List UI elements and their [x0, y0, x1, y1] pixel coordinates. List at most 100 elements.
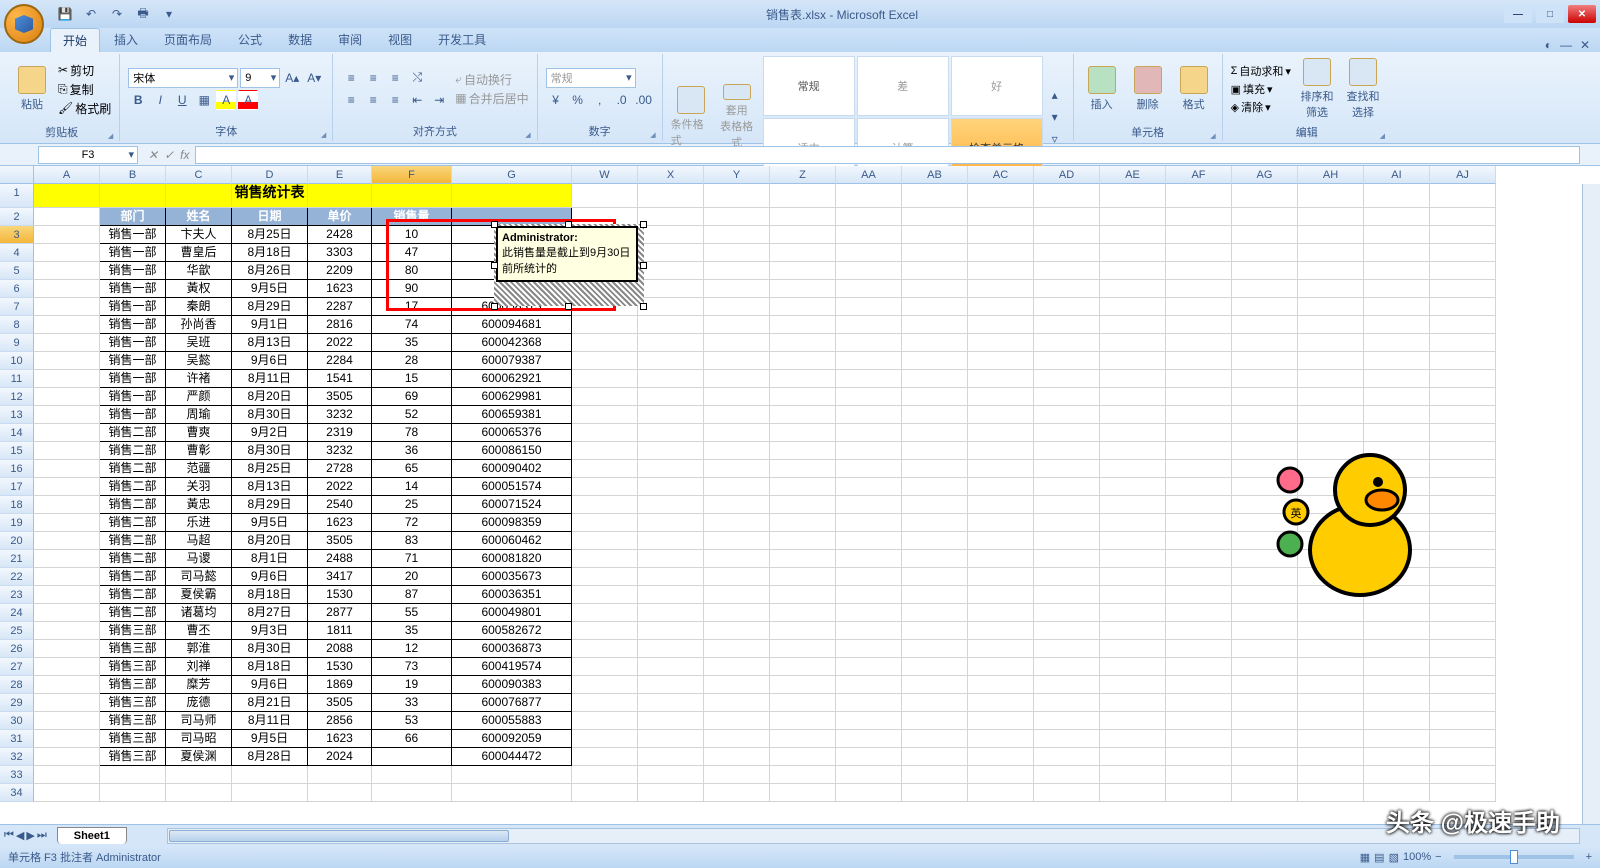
- cut-button[interactable]: ✂剪切: [58, 62, 111, 79]
- cell-Y23[interactable]: [704, 586, 770, 604]
- cell-AJ30[interactable]: [1430, 712, 1496, 730]
- italic-button[interactable]: I: [150, 90, 170, 110]
- handle-tm[interactable]: [565, 221, 572, 228]
- cell-AH1[interactable]: [1298, 184, 1364, 208]
- col-header-F[interactable]: F: [372, 166, 452, 184]
- cell-AG3[interactable]: [1232, 226, 1298, 244]
- cell-AE34[interactable]: [1100, 784, 1166, 802]
- cell-AA29[interactable]: [836, 694, 902, 712]
- cell-AA31[interactable]: [836, 730, 902, 748]
- cell-E21[interactable]: 2488: [308, 550, 372, 568]
- cell-B3[interactable]: 销售一部: [100, 226, 166, 244]
- cell-Y5[interactable]: [704, 262, 770, 280]
- zoom-out-icon[interactable]: −: [1435, 851, 1441, 863]
- cell-G24[interactable]: 600049801: [452, 604, 572, 622]
- cell-AC25[interactable]: [968, 622, 1034, 640]
- cell-E18[interactable]: 2540: [308, 496, 372, 514]
- cell-AD15[interactable]: [1034, 442, 1100, 460]
- cell-X33[interactable]: [638, 766, 704, 784]
- cell-AE16[interactable]: [1100, 460, 1166, 478]
- cell-F23[interactable]: 87: [372, 586, 452, 604]
- cell-AH6[interactable]: [1298, 280, 1364, 298]
- cell-F13[interactable]: 52: [372, 406, 452, 424]
- cell-AB25[interactable]: [902, 622, 968, 640]
- cell-X19[interactable]: [638, 514, 704, 532]
- cell-G13[interactable]: 600659381: [452, 406, 572, 424]
- cell-AH12[interactable]: [1298, 388, 1364, 406]
- cell-AA26[interactable]: [836, 640, 902, 658]
- cell-AE31[interactable]: [1100, 730, 1166, 748]
- cell-C6[interactable]: 黃权: [166, 280, 232, 298]
- cell-AH21[interactable]: [1298, 550, 1364, 568]
- cell-AC13[interactable]: [968, 406, 1034, 424]
- cell-B23[interactable]: 销售二部: [100, 586, 166, 604]
- cell-A12[interactable]: [34, 388, 100, 406]
- cell-X13[interactable]: [638, 406, 704, 424]
- cell-AI31[interactable]: [1364, 730, 1430, 748]
- cell-A25[interactable]: [34, 622, 100, 640]
- cell-W19[interactable]: [572, 514, 638, 532]
- cell-Y6[interactable]: [704, 280, 770, 298]
- cell-C15[interactable]: 曹彰: [166, 442, 232, 460]
- cell-AB4[interactable]: [902, 244, 968, 262]
- cell-AA27[interactable]: [836, 658, 902, 676]
- cell-AJ23[interactable]: [1430, 586, 1496, 604]
- cell-AF6[interactable]: [1166, 280, 1232, 298]
- cell-E5[interactable]: 2209: [308, 262, 372, 280]
- row-header-24[interactable]: 24: [0, 604, 34, 622]
- cell-C11[interactable]: 许褚: [166, 370, 232, 388]
- handle-tr[interactable]: [640, 221, 647, 228]
- cell-AA10[interactable]: [836, 352, 902, 370]
- cell-C12[interactable]: 严颜: [166, 388, 232, 406]
- cell-AD18[interactable]: [1034, 496, 1100, 514]
- row-header-4[interactable]: 4: [0, 244, 34, 262]
- cell-AI3[interactable]: [1364, 226, 1430, 244]
- cell-Y25[interactable]: [704, 622, 770, 640]
- cell-W26[interactable]: [572, 640, 638, 658]
- cell-AI27[interactable]: [1364, 658, 1430, 676]
- cell-AH29[interactable]: [1298, 694, 1364, 712]
- cell-AH27[interactable]: [1298, 658, 1364, 676]
- cell-B28[interactable]: 销售三部: [100, 676, 166, 694]
- cell-AD30[interactable]: [1034, 712, 1100, 730]
- cell-Z25[interactable]: [770, 622, 836, 640]
- style-bad[interactable]: 差: [857, 56, 949, 116]
- cell-X4[interactable]: [638, 244, 704, 262]
- cell-A13[interactable]: [34, 406, 100, 424]
- cell-AD6[interactable]: [1034, 280, 1100, 298]
- cell-F9[interactable]: 35: [372, 334, 452, 352]
- cell-Z9[interactable]: [770, 334, 836, 352]
- cell-Y3[interactable]: [704, 226, 770, 244]
- cell-AB24[interactable]: [902, 604, 968, 622]
- col-header-Y[interactable]: Y: [704, 166, 770, 184]
- cell-Z2[interactable]: [770, 208, 836, 226]
- cell-AB9[interactable]: [902, 334, 968, 352]
- cell-AA7[interactable]: [836, 298, 902, 316]
- cell-D24[interactable]: 8月27日: [232, 604, 308, 622]
- cell-AB3[interactable]: [902, 226, 968, 244]
- cell-C31[interactable]: 司马昭: [166, 730, 232, 748]
- formula-input[interactable]: [195, 146, 1580, 164]
- cell-AJ24[interactable]: [1430, 604, 1496, 622]
- row-header-28[interactable]: 28: [0, 676, 34, 694]
- cell-W17[interactable]: [572, 478, 638, 496]
- sort-filter-button[interactable]: 排序和 筛选: [1297, 56, 1337, 122]
- row-header-23[interactable]: 23: [0, 586, 34, 604]
- cell-A20[interactable]: [34, 532, 100, 550]
- cell-E9[interactable]: 2022: [308, 334, 372, 352]
- cell-AI10[interactable]: [1364, 352, 1430, 370]
- align-right-icon[interactable]: ≡: [385, 90, 405, 110]
- cell-Y16[interactable]: [704, 460, 770, 478]
- cell-AJ5[interactable]: [1430, 262, 1496, 280]
- cell-Y29[interactable]: [704, 694, 770, 712]
- cell-E20[interactable]: 3505: [308, 532, 372, 550]
- cell-AH25[interactable]: [1298, 622, 1364, 640]
- cell-D9[interactable]: 8月13日: [232, 334, 308, 352]
- cell-AF23[interactable]: [1166, 586, 1232, 604]
- cell-Z33[interactable]: [770, 766, 836, 784]
- gallery-up-icon[interactable]: ▴: [1045, 85, 1065, 105]
- cell-F5[interactable]: 80: [372, 262, 452, 280]
- cell-AI22[interactable]: [1364, 568, 1430, 586]
- cell-AF24[interactable]: [1166, 604, 1232, 622]
- cell-G15[interactable]: 600086150: [452, 442, 572, 460]
